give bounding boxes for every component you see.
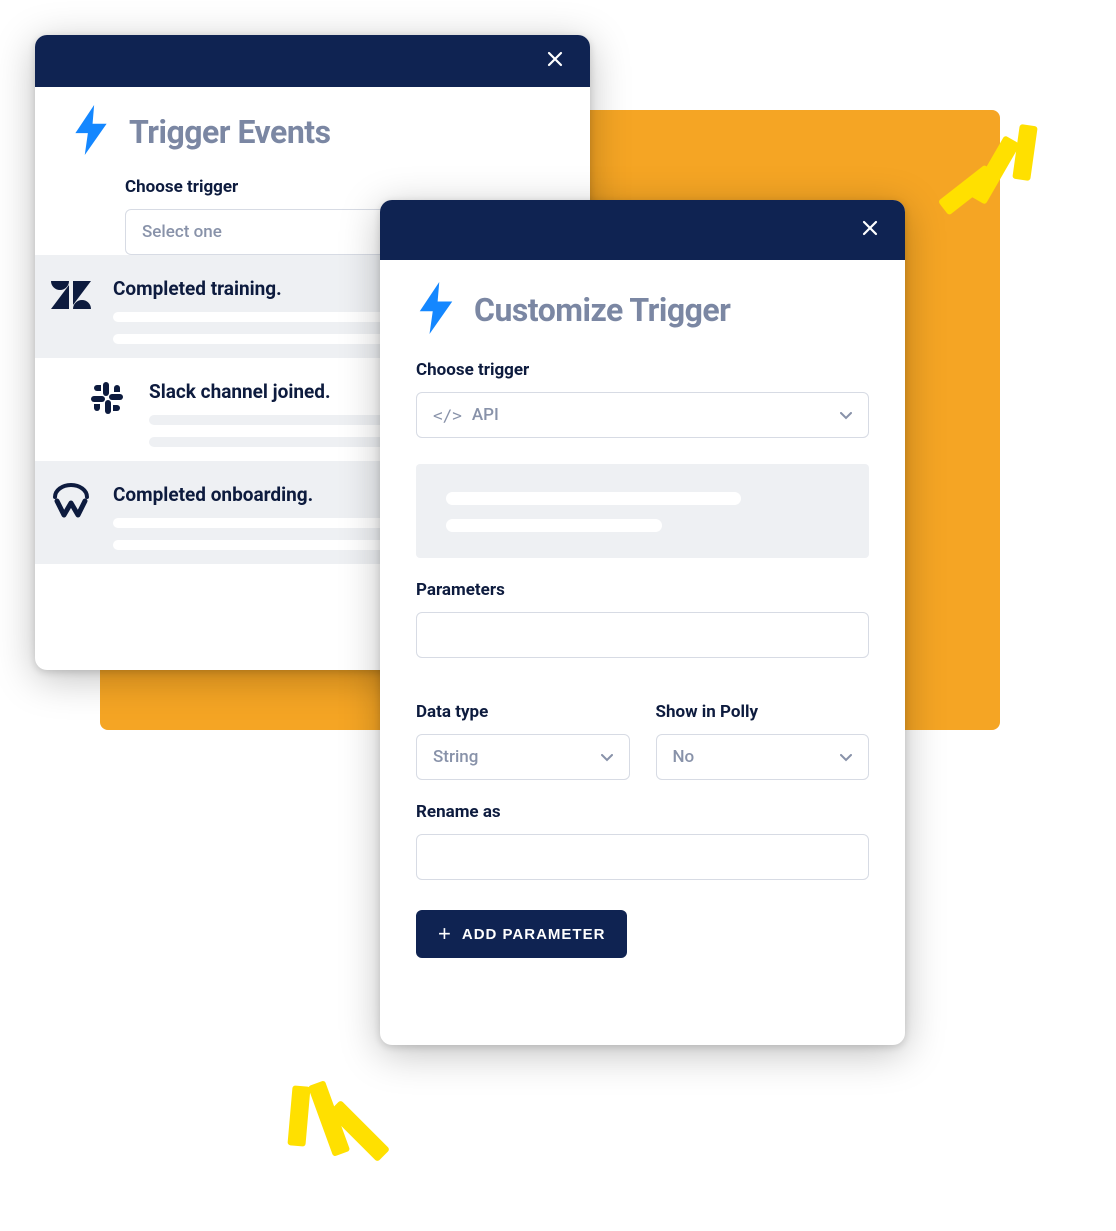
parameters-label: Parameters [416,580,869,600]
accent-strokes-bottom-left [270,1061,410,1211]
panel-header [380,200,905,260]
zendesk-icon [51,275,91,315]
panel-title: Trigger Events [129,113,331,151]
data-type-select[interactable]: String [416,734,630,780]
chevron-down-icon [601,747,613,767]
chevron-down-icon [840,405,852,425]
rename-as-input[interactable] [416,834,869,880]
accent-strokes-top-right [936,115,1056,235]
placeholder-line [446,492,741,505]
rename-as-label: Rename as [416,802,869,822]
show-in-polly-select[interactable]: No [656,734,870,780]
close-icon [861,219,879,241]
trigger-type-value: API [472,405,499,425]
panel-title: Customize Trigger [474,291,730,329]
show-in-polly-value: No [673,747,695,767]
placeholder-line [113,540,399,550]
plus-icon: + [438,923,452,945]
bolt-icon [416,282,456,338]
select-placeholder: Select one [142,222,222,242]
parameters-input[interactable] [416,612,869,658]
panel-header [35,35,590,87]
bolt-icon [71,105,111,159]
data-type-label: Data type [416,702,630,722]
code-icon: </> [433,406,462,425]
info-card [416,464,869,558]
close-button[interactable] [857,217,883,243]
show-in-polly-label: Show in Polly [656,702,870,722]
add-parameter-button[interactable]: + ADD PARAMETER [416,910,627,958]
data-type-value: String [433,747,478,767]
trigger-type-select[interactable]: </> API [416,392,869,438]
placeholder-line [149,437,392,447]
choose-trigger-label: Choose trigger [416,360,869,380]
close-button[interactable] [542,48,568,74]
add-parameter-label: ADD PARAMETER [462,926,606,943]
placeholder-line [113,334,399,344]
slack-icon [87,378,127,418]
placeholder-line [446,519,662,532]
chevron-down-icon [840,747,852,767]
workday-icon [51,481,91,521]
choose-trigger-label: Choose trigger [71,177,554,197]
close-icon [546,50,564,72]
customize-trigger-panel: Customize Trigger Choose trigger </> API… [380,200,905,1045]
